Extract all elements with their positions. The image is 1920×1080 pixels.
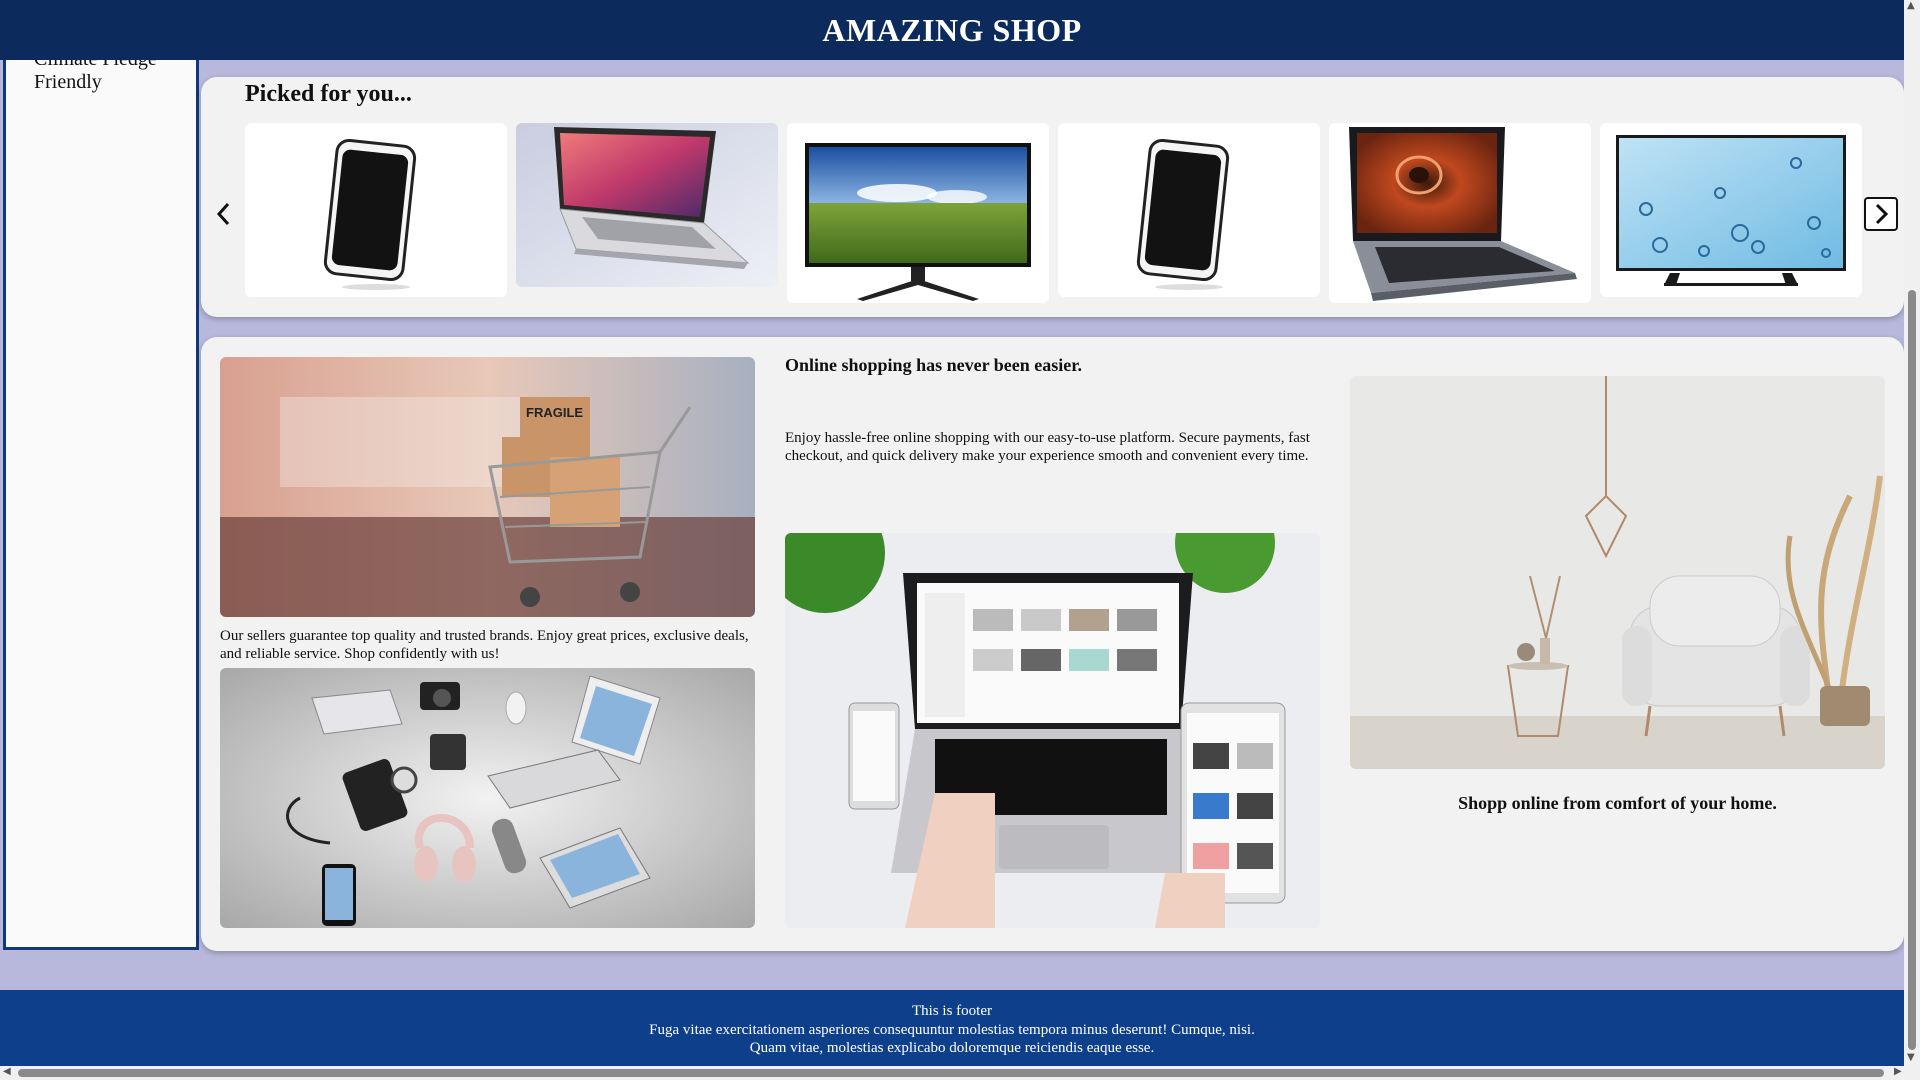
product-card-laptop-acer[interactable] xyxy=(1329,123,1591,303)
vertical-scrollbar[interactable]: ▲ ▼ xyxy=(1904,0,1920,1066)
scroll-left-icon[interactable]: ◀ xyxy=(3,1066,11,1077)
product-carousel xyxy=(245,123,1863,303)
picked-heading: Picked for you... xyxy=(245,81,412,107)
quality-text: Our sellers guarantee top quality and tr… xyxy=(220,628,749,662)
sidebar-filter-line-2: Friendly xyxy=(34,71,102,93)
living-room-photo xyxy=(1350,376,1885,769)
chevron-right-icon xyxy=(1875,203,1889,225)
product-card-phone-2[interactable] xyxy=(1058,123,1320,297)
easy-text: Enjoy hassle-free online shopping with o… xyxy=(785,430,1310,464)
laptop-shopping-image xyxy=(785,533,1320,928)
sidebar: Climate Pledge Friendly xyxy=(3,40,199,950)
scroll-down-icon[interactable]: ▼ xyxy=(1907,1052,1915,1063)
laptop-silver-image xyxy=(516,123,778,287)
horizontal-scrollbar[interactable]: ◀ ▶ xyxy=(0,1066,1920,1080)
product-card-laptop-silver[interactable] xyxy=(516,123,778,287)
vertical-scroll-thumb[interactable] xyxy=(1908,290,1916,1050)
scroll-up-icon[interactable]: ▲ xyxy=(1907,0,1915,11)
site-footer: This is footer Fuga vitae exercitationem… xyxy=(0,990,1904,1066)
comfort-caption: Shopp online from comfort of your home. xyxy=(1458,793,1777,813)
living-room-image xyxy=(1350,376,1885,769)
picked-for-you-panel: Picked for you... xyxy=(201,77,1904,317)
shopping-cart-photo: FRAGILE xyxy=(220,357,755,617)
scroll-right-icon[interactable]: ▶ xyxy=(1894,1066,1902,1077)
carousel-prev-button[interactable] xyxy=(205,195,243,233)
footer-line-1: This is footer xyxy=(912,1003,992,1019)
site-header: AMAZING SHOP xyxy=(0,0,1904,60)
product-card-tv-2[interactable] xyxy=(1600,123,1862,297)
footer-line-2: Fuga vitae exercitationem asperiores con… xyxy=(649,1021,1255,1038)
chevron-left-icon xyxy=(216,202,230,226)
product-card-phone[interactable] xyxy=(245,123,507,297)
smartphone-image xyxy=(323,138,417,290)
svg-text:FRAGILE: FRAGILE xyxy=(526,405,583,420)
product-card-tv[interactable] xyxy=(787,123,1049,303)
site-title: AMAZING SHOP xyxy=(822,11,1082,48)
laptop-acer-image xyxy=(1349,127,1577,301)
tv-landscape-image xyxy=(805,143,1031,301)
gadgets-photo xyxy=(220,668,755,928)
tv-water-image xyxy=(1616,135,1846,286)
laptop-shopping-photo xyxy=(785,533,1320,928)
horizontal-scroll-thumb[interactable] xyxy=(18,1069,1884,1077)
shopping-cart-image: FRAGILE xyxy=(220,357,755,617)
promo-panel: FRAGILE Our sellers guarantee top qualit… xyxy=(201,337,1904,951)
carousel-next-button[interactable] xyxy=(1864,197,1898,231)
gadgets-image xyxy=(220,668,755,928)
footer-line-3: Quam vitae, molestias explicabo doloremq… xyxy=(749,1040,1155,1056)
smartphone-image xyxy=(1136,138,1230,290)
easy-heading: Online shopping has never been easier. xyxy=(785,355,1083,375)
